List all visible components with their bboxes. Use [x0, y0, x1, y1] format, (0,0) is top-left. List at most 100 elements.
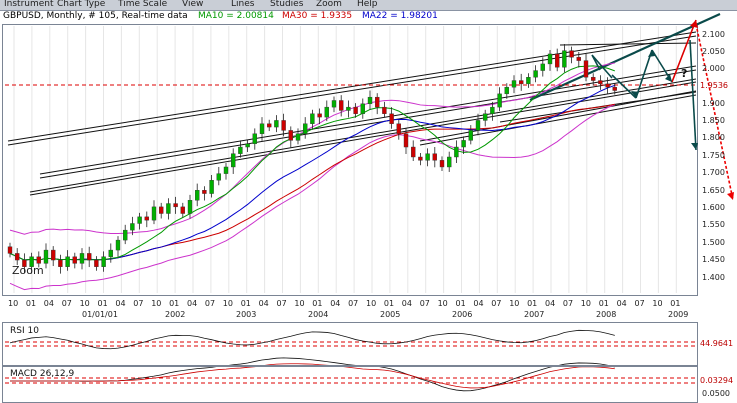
- y-tick-label: 1.900: [702, 99, 725, 108]
- ma10-line: [9, 65, 615, 261]
- x-tick-label: 04: [187, 299, 198, 308]
- zoom-label[interactable]: Zoom: [12, 264, 44, 277]
- candle-body: [360, 103, 365, 114]
- x-tick-label: 04: [330, 299, 341, 308]
- year-label: 2004: [308, 310, 329, 319]
- year-label: 2007: [524, 310, 545, 319]
- candle-body: [439, 160, 445, 168]
- candle-body: [547, 53, 553, 65]
- candle-body: [14, 253, 20, 261]
- candle-body: [209, 180, 214, 194]
- x-tick-label: 01: [383, 299, 395, 308]
- x-tick-label: 10: [437, 299, 448, 308]
- x-tick-label: 04: [545, 299, 556, 308]
- x-tick-label: 01: [169, 299, 180, 308]
- candle-body: [389, 113, 394, 124]
- candle-body: [94, 259, 99, 267]
- x-tick-label: 01: [240, 299, 251, 308]
- x-tick-label: 04: [43, 299, 54, 308]
- x-tick-label: 10: [366, 299, 377, 308]
- candle-body: [346, 106, 351, 111]
- candle-body: [303, 123, 308, 134]
- candle-body: [86, 253, 92, 261]
- year-label: 2008: [596, 310, 617, 319]
- candle-body: [605, 83, 610, 88]
- x-tick-label: 04: [616, 299, 627, 308]
- candle-body: [331, 100, 337, 108]
- candle-body: [475, 120, 481, 131]
- candle-body: [144, 216, 150, 221]
- macd-panel[interactable]: [2, 366, 698, 403]
- candle-body: [230, 153, 236, 168]
- x-tick-label: 07: [276, 299, 287, 308]
- candle-body: [375, 96, 380, 108]
- arrowhead-icon: [727, 192, 734, 200]
- candle-body: [72, 256, 78, 264]
- y-tick-label: 2.000: [702, 64, 725, 73]
- candle-body: [317, 113, 322, 118]
- candle-body: [259, 123, 265, 134]
- y-tick-label: 1.450: [702, 255, 725, 264]
- y-tick-label: 1.500: [702, 238, 725, 247]
- candle-body: [245, 143, 250, 148]
- candle-body: [490, 106, 495, 114]
- year-label: 2005: [380, 310, 401, 319]
- candle-body: [367, 96, 373, 105]
- year-label: 2009: [668, 310, 689, 319]
- candle-body: [194, 190, 200, 201]
- y-tick-label: 2.100: [702, 30, 725, 39]
- y-tick-label: 1.850: [702, 116, 725, 125]
- x-tick-label: 01: [598, 299, 609, 308]
- macd-label: MACD 26,12,9: [10, 369, 75, 379]
- candle-body: [101, 256, 106, 267]
- trend-line: [29, 78, 697, 193]
- candle-body: [36, 256, 41, 264]
- x-tick-label: 01: [670, 299, 681, 308]
- x-tick-label: 07: [562, 299, 574, 308]
- candle-body: [58, 259, 63, 267]
- arrowhead-icon: [691, 143, 698, 150]
- x-tick-label: 07: [634, 299, 645, 308]
- y-tick-label: 1.550: [702, 220, 725, 229]
- candle-body: [533, 70, 538, 78]
- x-tick-label: 01: [455, 299, 466, 308]
- candle-body: [108, 249, 114, 257]
- candle-body: [295, 133, 301, 141]
- candle-body: [576, 57, 581, 61]
- candle-body: [173, 203, 178, 208]
- x-tick-label: 04: [473, 299, 484, 308]
- candle-body: [51, 249, 56, 261]
- chart-application: Instrument Chart Type Time Scale View Li…: [0, 0, 737, 403]
- candle-body: [454, 146, 459, 158]
- trend-line: [559, 42, 697, 46]
- x-tick-label: 10: [294, 299, 305, 308]
- candle-body: [122, 229, 128, 241]
- year-label: 2002: [165, 310, 186, 319]
- candle-body: [267, 123, 272, 128]
- candle-body: [411, 146, 416, 158]
- rsi-panel[interactable]: [2, 322, 698, 366]
- candle-body: [180, 206, 186, 214]
- current-price-label: 1.9536: [700, 81, 728, 90]
- candle-body: [468, 130, 473, 141]
- x-tick-label: 10: [222, 299, 233, 308]
- y-tick-label: 1.400: [702, 273, 725, 282]
- candle-body: [555, 53, 560, 68]
- y-tick-label: 2.050: [702, 47, 725, 56]
- candlestick-series: [7, 43, 617, 274]
- candle-body: [562, 50, 567, 68]
- candle-body: [591, 77, 596, 81]
- candle-body: [216, 173, 222, 181]
- candle-body: [202, 190, 207, 194]
- candle-body: [504, 86, 509, 95]
- bollinger-lower: [9, 104, 615, 291]
- candle-body: [158, 206, 164, 214]
- candle-body: [187, 200, 193, 214]
- x-tick-label: 10: [509, 299, 520, 308]
- x-tick-label: 04: [258, 299, 269, 308]
- candle-body: [396, 123, 401, 134]
- x-tick-label: 10: [79, 299, 90, 308]
- candle-body: [324, 106, 329, 118]
- x-tick-label: 07: [61, 299, 72, 308]
- x-tick-label: 01: [527, 299, 538, 308]
